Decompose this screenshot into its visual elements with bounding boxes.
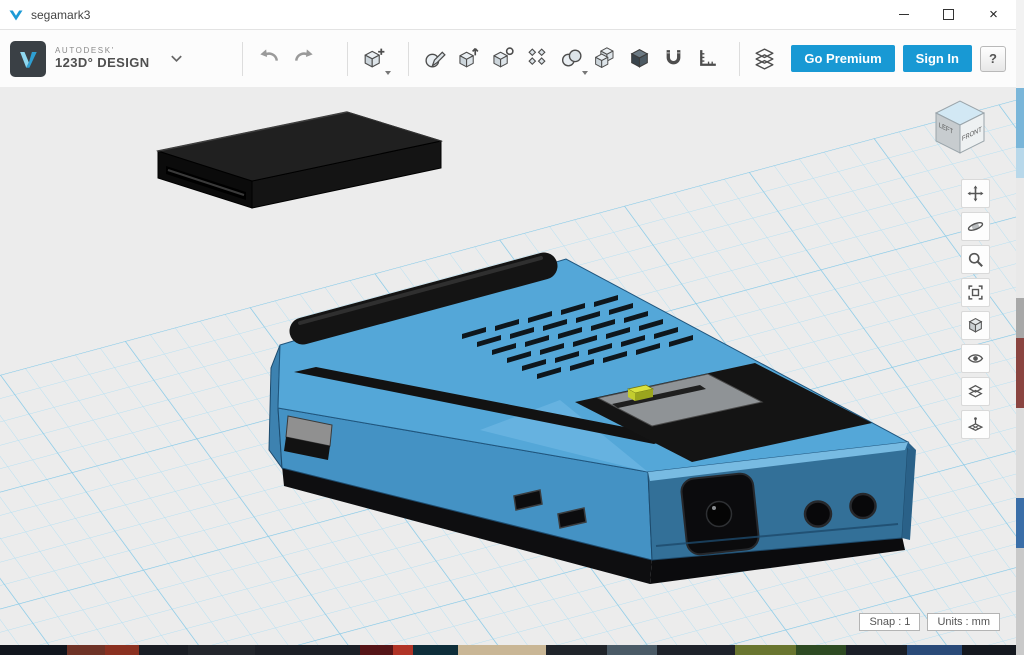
tool-measure-button[interactable] (691, 38, 725, 80)
tool-text-button[interactable] (623, 38, 657, 80)
view-mode-button[interactable] (961, 311, 990, 340)
tool-view-layers-button[interactable] (748, 38, 782, 80)
tool-construct-button[interactable] (453, 38, 487, 80)
redo-button[interactable] (287, 38, 321, 80)
units-setting[interactable]: Units : mm (927, 613, 1000, 631)
tool-sketch-button[interactable] (419, 38, 453, 80)
magnet-icon (661, 46, 686, 71)
3d-viewport[interactable]: LEFT FRONT (0, 87, 1016, 645)
close-icon: × (989, 7, 998, 22)
toolbar-right-cluster: Go Premium Sign In ? (791, 45, 1006, 72)
snap-setting[interactable]: Snap : 1 (859, 613, 920, 631)
redo-icon (291, 46, 316, 71)
view-navbar (961, 179, 990, 439)
minimize-button[interactable] (881, 0, 926, 29)
tool-combine-button[interactable] (589, 38, 623, 80)
desktop-bottom-strip (0, 645, 1024, 655)
ruler-icon (695, 46, 720, 71)
go-premium-button[interactable]: Go Premium (791, 45, 894, 72)
desktop-right-strip (1016, 0, 1024, 655)
help-button[interactable]: ? (980, 46, 1006, 72)
toolbar-separator (739, 42, 740, 76)
sketch-pencil-icon (423, 46, 448, 71)
tool-snap-button[interactable] (657, 38, 691, 80)
viewport-statusbar: Snap : 1 Units : mm (859, 613, 1000, 631)
toolbar-separator (347, 42, 348, 76)
brand-product: 123D° DESIGN (55, 56, 150, 71)
pan-icon (967, 185, 984, 202)
materials-button[interactable] (961, 377, 990, 406)
grid-settings-button[interactable] (961, 410, 990, 439)
magnifier-icon (967, 251, 984, 268)
pan-button[interactable] (961, 179, 990, 208)
chevron-down-icon (169, 51, 184, 66)
app-window: segamark3 × AUTODESK' 123D° DESIGN (0, 0, 1016, 655)
fit-view-button[interactable] (961, 278, 990, 307)
tool-grouping-button[interactable] (555, 38, 589, 80)
app-logo-icon (9, 8, 23, 22)
brand-text: AUTODESK' 123D° DESIGN (55, 46, 150, 70)
maximize-button[interactable] (926, 0, 971, 29)
layers-icon (752, 46, 777, 71)
orbit-button[interactable] (961, 212, 990, 241)
grid-diamond-icon (967, 416, 984, 433)
visibility-button[interactable] (961, 344, 990, 373)
undo-button[interactable] (253, 38, 287, 80)
maximize-icon (943, 9, 954, 20)
combine-cubes-icon (593, 46, 618, 71)
window-controls: × (881, 0, 1016, 29)
eye-icon (967, 350, 984, 367)
toolbar-separator (242, 42, 243, 76)
zoom-button[interactable] (961, 245, 990, 274)
layers-icon (967, 383, 984, 400)
undo-icon (257, 46, 282, 71)
minimize-icon (899, 14, 909, 15)
brand-block: AUTODESK' 123D° DESIGN (10, 41, 150, 77)
3d-viewport-canvas[interactable] (0, 87, 1016, 645)
grouping-spheres-icon (559, 46, 584, 71)
sign-in-button[interactable]: Sign In (903, 45, 972, 72)
toolbar-separator (408, 42, 409, 76)
fit-frame-icon (967, 284, 984, 301)
main-toolbar: AUTODESK' 123D° DESIGN (0, 30, 1016, 88)
tool-pattern-button[interactable] (521, 38, 555, 80)
solid-cube-icon (627, 46, 652, 71)
dropdown-caret-icon (582, 71, 588, 75)
cartridge-model[interactable] (158, 112, 441, 208)
close-button[interactable]: × (971, 0, 1016, 29)
view-cube[interactable]: LEFT FRONT (924, 91, 998, 157)
modify-cube-icon (491, 46, 516, 71)
pattern-grid-icon (525, 46, 550, 71)
window-title: segamark3 (31, 8, 90, 22)
autodesk-123d-logo-icon (10, 41, 46, 77)
orbit-icon (967, 218, 984, 235)
window-titlebar: segamark3 × (0, 0, 1016, 30)
view-cube-icon (967, 317, 984, 334)
main-menu-dropdown[interactable] (164, 44, 190, 74)
tool-primitives-button[interactable] (358, 38, 392, 80)
dropdown-caret-icon (385, 71, 391, 75)
tool-modify-button[interactable] (487, 38, 521, 80)
primitives-cube-icon (362, 46, 387, 71)
construct-extrude-icon (457, 46, 482, 71)
